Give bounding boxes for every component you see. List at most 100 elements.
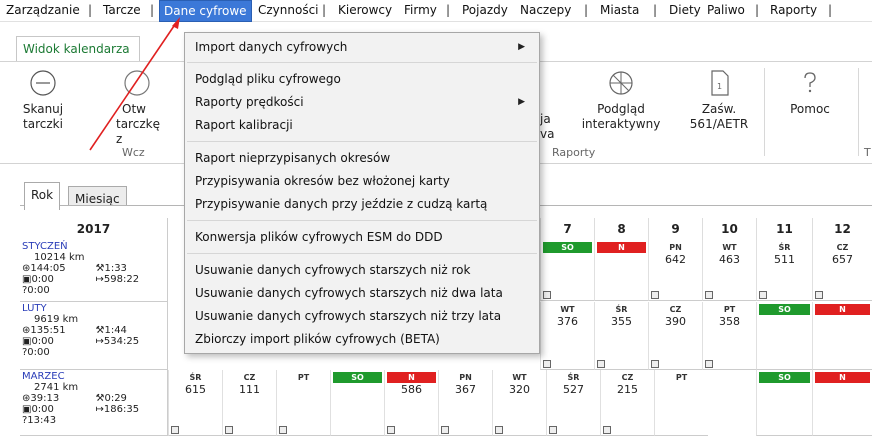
day-cell[interactable]: WT 376 [540,302,594,370]
open-label-1: Otw [122,102,146,116]
day-cell[interactable]: ŚR 527 [546,370,600,436]
menu-zarzadzanie[interactable]: Zarządzanie [2,0,84,22]
drive-time: ⊛39:13 [22,393,60,404]
tab-widok-kalendarza[interactable]: Widok kalendarza [16,36,140,62]
group-label-raporty: Raporty [552,146,596,159]
day-cell[interactable]: CZ 111 [222,370,276,436]
cert-label-1: Zaśw. [701,102,737,116]
day-cell[interactable]: SO [756,302,812,370]
card-flag-icon [705,291,713,299]
menu-czynnosci[interactable]: Czynności [254,0,323,22]
day-km: 215 [617,383,638,396]
day-cell[interactable]: SO [540,240,594,301]
day-cell[interactable]: N [812,370,872,436]
day-cell[interactable]: PN 367 [438,370,492,436]
day-km: 320 [509,383,530,396]
menu-separator: | [322,3,327,17]
day-cell[interactable]: SO [330,370,384,436]
day-name: ŚR [778,243,791,252]
day-header: 10 [702,218,756,240]
menu-miasta[interactable]: Miasta [596,0,643,22]
open-disc-button[interactable]: Otw tarczkę z [88,68,160,147]
interactive-preview-button[interactable]: Podgląd interaktywny [574,68,668,132]
menu-kierowcy[interactable]: Kierowcy [334,0,396,22]
day-km: 615 [185,383,206,396]
day-cell[interactable]: CZ 657 [812,240,872,301]
menu-separator: | [446,3,451,17]
available-time: ▣0:00 [22,336,54,347]
month-summary-luty[interactable]: LUTY 9619 km ⊛135:51 ⚒1:44 ▣0:00 ↦534:25 ?… [20,302,168,370]
menu-item-bulk-import[interactable]: Zbiorczy import plików cyfrowych (BETA) [195,329,440,349]
svg-text:1: 1 [717,82,722,91]
day-name: PT [675,373,688,382]
day-cell[interactable]: WT 320 [492,370,546,436]
card-flag-icon [597,360,605,368]
card-flag-icon [543,360,551,368]
day-cell[interactable]: WT 463 [702,240,756,301]
card-flag-icon [441,426,449,434]
menu-item-speed-reports[interactable]: Raporty prędkości [195,92,304,112]
card-flag-icon [225,426,233,434]
day-cell[interactable]: N [594,240,648,301]
submenu-arrow-icon: ▶ [518,97,525,107]
day-cell[interactable]: PT [654,370,708,436]
day-cell[interactable]: ŚR 615 [168,370,222,436]
day-cell[interactable]: SO [756,370,812,436]
menu-tarcze[interactable]: Tarcze [99,0,145,22]
scan-button[interactable]: Skanuj tarczki [18,68,68,132]
certificate-button[interactable]: 1 Zaśw. 561/AETR [680,68,758,132]
submenu-arrow-icon: ▶ [518,42,525,52]
day-cell[interactable]: PN 642 [648,240,702,301]
available-time: ▣0:00 [22,274,54,285]
tab-rok[interactable]: Rok [24,182,61,210]
menu-item-convert-esm[interactable]: Konwersja plików cyfrowych ESM do DDD [195,227,443,247]
day-name: WT [512,373,527,382]
menu-raporty[interactable]: Raporty [766,0,821,22]
day-name: CZ [669,305,682,314]
menu-item-import[interactable]: Import danych cyfrowych [195,37,347,57]
card-flag-icon [651,360,659,368]
day-name: SO [543,242,592,253]
menu-diety[interactable]: Diety [665,0,705,22]
month-summary-styczen[interactable]: STYCZEŃ 10214 km ⊛144:05 ⚒1:33 ▣0:00 ↦598:… [20,240,168,302]
day-header: 9 [648,218,702,240]
day-km: 657 [832,253,853,266]
menu-item-delete-1year[interactable]: Usuwanie danych cyfrowych starszych niż … [195,260,470,280]
menu-item-assign-foreign-card[interactable]: Przypisywanie danych przy jeździe z cudz… [195,194,487,214]
menu-item-assign-no-card[interactable]: Przypisywania okresów bez włożonej karty [195,171,450,191]
day-name: PN [459,373,472,382]
day-cell[interactable]: CZ 390 [648,302,702,370]
day-cell[interactable]: ŚR 355 [594,302,648,370]
day-header: 8 [594,218,648,240]
help-button[interactable]: Pomoc [772,68,848,117]
work-time: ⚒1:44 [95,325,127,336]
menu-separator: | [584,3,589,17]
menu-naczepy[interactable]: Naczepy [516,0,575,22]
day-cell[interactable]: N 586 [384,370,438,436]
menu-item-unassigned[interactable]: Raport nieprzypisanych okresów [195,148,390,168]
day-cell[interactable]: CZ 215 [600,370,654,436]
available-time: ▣0:00 [22,404,54,415]
menu-firmy[interactable]: Firmy [400,0,441,22]
menu-item-delete-2years[interactable]: Usuwanie danych cyfrowych starszych niż … [195,283,503,303]
menu-item-preview-file[interactable]: Podgląd pliku cyfrowego [195,69,341,89]
report-button-partial[interactable]: ja va [540,112,560,142]
menu-paliwo[interactable]: Paliwo [703,0,749,22]
menu-dane-cyfrowe[interactable]: Dane cyfrowe [159,0,252,22]
menu-separator: | [755,3,760,17]
menu-item-delete-3years[interactable]: Usuwanie danych cyfrowych starszych niż … [195,306,501,326]
month-summary-marzec[interactable]: MARZEC 2741 km ⊛39:13 ⚒0:29 ▣0:00 ↦186:35 … [20,370,168,436]
partial-label-1: ja [540,112,551,126]
menu-item-calibration[interactable]: Raport kalibracji [195,115,293,135]
card-flag-icon [495,426,503,434]
day-cell[interactable]: N [812,302,872,370]
menu-pojazdy[interactable]: Pojazdy [458,0,512,22]
day-name: ŚR [615,305,628,314]
day-cell[interactable]: PT [276,370,330,436]
day-name: SO [759,304,810,315]
card-flag-icon [651,291,659,299]
day-cell[interactable]: ŚR 511 [756,240,812,301]
day-cell[interactable]: PT 358 [702,302,756,370]
card-flag-icon [543,291,551,299]
rest-time: ↦534:25 [95,336,140,347]
